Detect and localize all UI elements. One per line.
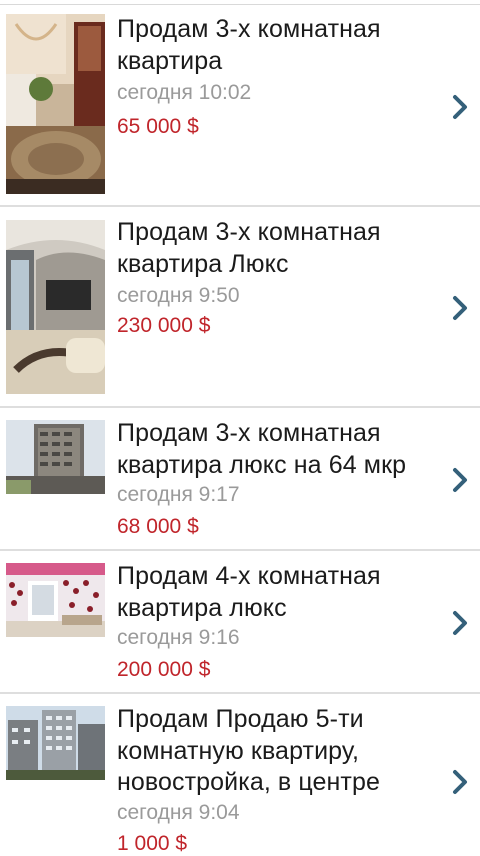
chevron-right-icon[interactable] xyxy=(450,610,470,636)
chevron-right-icon[interactable] xyxy=(450,295,470,321)
listing-title: Продам 3-х комнатная квартира люкс на 64… xyxy=(117,419,407,479)
listing-title: Продам Продаю 5-ти комнатную квартиру, н… xyxy=(117,705,380,796)
chevron-right-icon[interactable] xyxy=(450,467,470,493)
listing-item-1[interactable]: Продам 3-х комнатная квартира сегодня 10… xyxy=(0,0,480,204)
listing-price: 200 000 $ xyxy=(117,658,211,681)
listing-title: Продам 3-х комнатная квартира Люкс xyxy=(117,218,381,278)
listing-date: сегодня 9:16 xyxy=(117,626,240,649)
listing-photo-2 xyxy=(6,220,105,394)
listing-item-5[interactable]: Продам Продаю 5-ти комнатную квартиру, н… xyxy=(0,694,480,855)
listing-date: сегодня 9:04 xyxy=(117,801,240,824)
listing-date: сегодня 10:02 xyxy=(117,81,252,104)
listing-item-2[interactable]: Продам 3-х комнатная квартира Люкс сегод… xyxy=(0,207,480,406)
listing-date: сегодня 9:50 xyxy=(117,284,240,307)
listing-item-4[interactable]: Продам 4-х комнатная квартира люкс сегод… xyxy=(0,551,480,692)
listing-photo-5 xyxy=(6,706,105,780)
listing-photo-3 xyxy=(6,420,105,494)
listing-photo-4 xyxy=(6,563,105,637)
listing-price: 1 000 $ xyxy=(117,832,188,855)
listing-title: Продам 4-х комнатная квартира люкс xyxy=(117,562,381,622)
listing-photo-1 xyxy=(6,14,105,194)
chevron-right-icon[interactable] xyxy=(450,769,470,795)
chevron-right-icon[interactable] xyxy=(450,94,470,120)
listing-title: Продам 3-х комнатная квартира xyxy=(117,15,381,75)
listing-price: 68 000 $ xyxy=(117,515,199,538)
listings-list: Продам 3-х комнатная квартира сегодня 10… xyxy=(0,0,480,855)
listing-date: сегодня 9:17 xyxy=(117,483,240,506)
listing-price: 230 000 $ xyxy=(117,314,211,337)
listing-item-3[interactable]: Продам 3-х комнатная квартира люкс на 64… xyxy=(0,408,480,549)
listing-price: 65 000 $ xyxy=(117,115,199,138)
